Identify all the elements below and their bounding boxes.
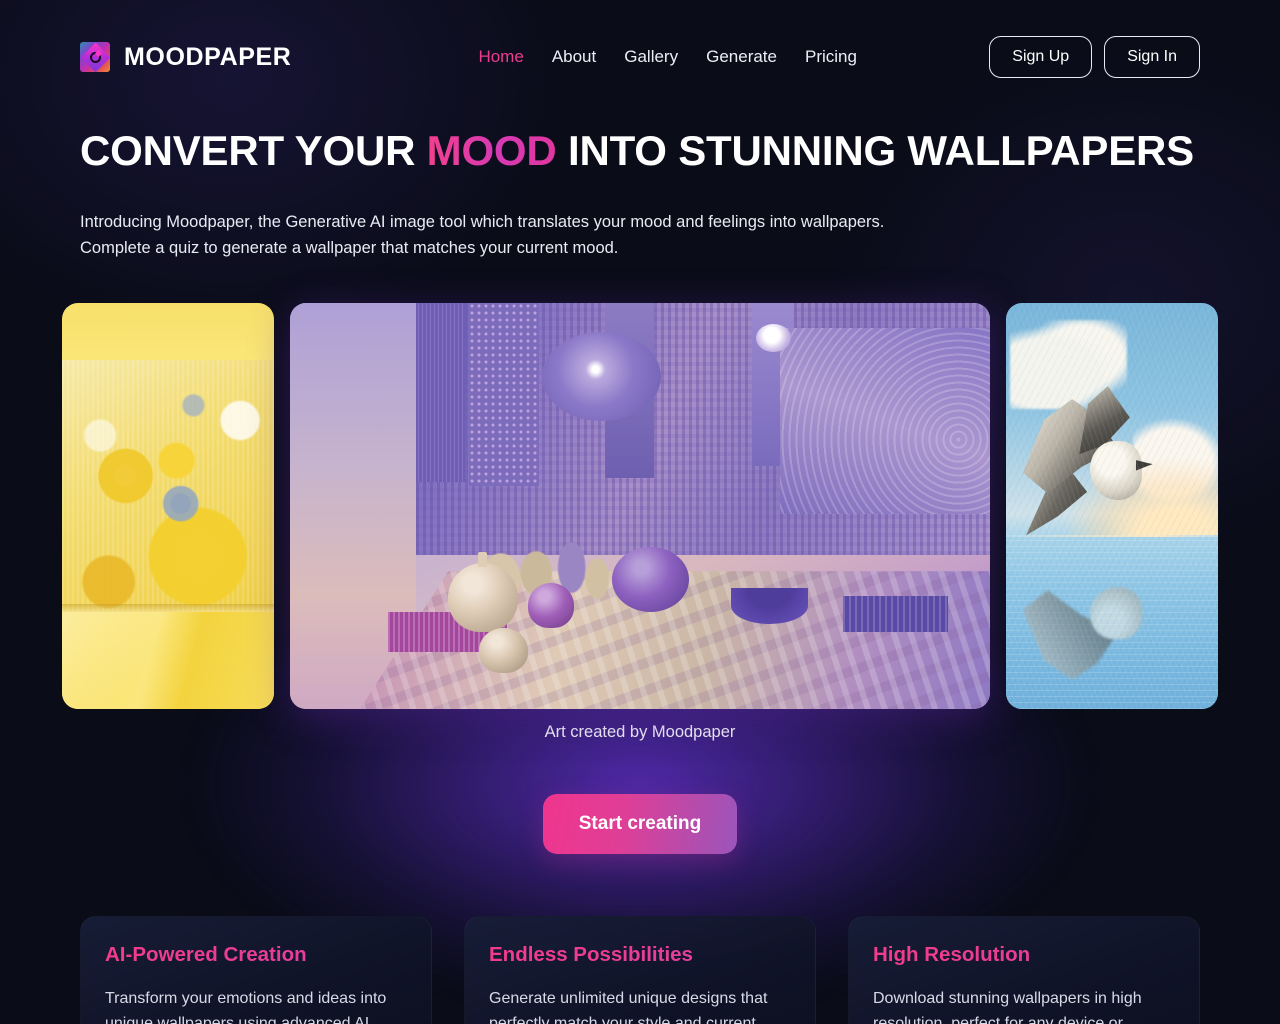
purple-art-vase-small <box>479 628 528 673</box>
artwork-carousel <box>0 303 1280 710</box>
moodpaper-diamond-logo-icon <box>80 42 110 72</box>
nav-item-about[interactable]: About <box>550 43 598 71</box>
feature-cards: AI-Powered Creation Transform your emoti… <box>0 916 1280 1024</box>
hero-subheading: Introducing Moodpaper, the Generative AI… <box>80 210 980 261</box>
feature-card-body: Generate unlimited unique designs that p… <box>489 990 768 1024</box>
carousel-slide-purple-scene[interactable] <box>290 303 990 710</box>
feature-card-title: Endless Possibilities <box>489 943 791 967</box>
yellow-art-panel <box>62 360 274 612</box>
nav-item-pricing[interactable]: Pricing <box>803 43 859 71</box>
brand-name: MOODPAPER <box>124 42 292 71</box>
purple-art-orb-large <box>542 331 661 422</box>
yellow-abstract-artwork <box>62 303 274 710</box>
auth-actions: Sign Up Sign In <box>989 36 1200 78</box>
start-creating-button[interactable]: Start creating <box>542 794 738 855</box>
bird-art-sketch-texture <box>1006 303 1218 710</box>
nav-item-gallery[interactable]: Gallery <box>622 43 680 71</box>
yellow-art-floor <box>62 611 274 710</box>
hero-section: CONVERT YOUR MOOD INTO STUNNING WALLPAPE… <box>0 114 1280 261</box>
nav-item-generate[interactable]: Generate <box>704 43 779 71</box>
logo-ring-shape <box>89 51 101 63</box>
feature-card-title: High Resolution <box>873 943 1175 967</box>
headline-part-1: CONVERT YOUR <box>80 127 427 174</box>
carousel-caption: Art created by Moodpaper <box>544 723 736 742</box>
purple-art-vase-cream <box>447 552 518 633</box>
cta-container: Start creating <box>0 794 1280 855</box>
main-navigation: Home About Gallery Generate Pricing <box>476 43 859 71</box>
purple-art-blue-block <box>843 595 948 633</box>
hero-subheading-line-2: Complete a quiz to generate a wallpaper … <box>80 238 619 257</box>
site-header: MOODPAPER Home About Gallery Generate Pr… <box>0 0 1280 114</box>
sign-up-button[interactable]: Sign Up <box>989 36 1093 78</box>
brand-logo[interactable]: MOODPAPER <box>80 42 291 72</box>
feature-card-ai-powered-creation: AI-Powered Creation Transform your emoti… <box>80 916 432 1024</box>
purple-art-sphere <box>612 546 689 612</box>
purple-art-orb-small <box>755 323 791 353</box>
purple-art-vase-purple <box>528 583 574 629</box>
headline-highlight-mood: MOOD <box>426 127 557 174</box>
purple-art-swirl <box>780 327 990 515</box>
headline-part-2: INTO STUNNING WALLPAPERS <box>556 127 1195 174</box>
bird-reflection-artwork <box>1006 303 1218 710</box>
feature-card-endless-possibilities: Endless Possibilities Generate unlimited… <box>464 916 816 1024</box>
sign-in-button[interactable]: Sign In <box>1104 36 1200 78</box>
nav-item-home[interactable]: Home <box>476 43 525 71</box>
feature-card-body: Transform your emotions and ideas into u… <box>105 990 387 1024</box>
feature-card-high-resolution: High Resolution Download stunning wallpa… <box>848 916 1200 1024</box>
hero-subheading-line-1: Introducing Moodpaper, the Generative AI… <box>80 213 885 232</box>
page-title: CONVERT YOUR MOOD INTO STUNNING WALLPAPE… <box>80 127 1200 174</box>
feature-card-body: Download stunning wallpapers in high res… <box>873 990 1142 1024</box>
yellow-art-ledge <box>62 603 274 612</box>
feature-card-title: AI-Powered Creation <box>105 943 407 967</box>
purple-art-bowl <box>731 587 808 625</box>
carousel-slide-yellow-abstract[interactable] <box>62 303 274 710</box>
purple-still-life-artwork <box>290 303 990 710</box>
page-root: MOODPAPER Home About Gallery Generate Pr… <box>0 0 1280 1024</box>
purple-art-block-2 <box>468 303 539 486</box>
carousel-slide-bird-reflection[interactable] <box>1006 303 1218 710</box>
